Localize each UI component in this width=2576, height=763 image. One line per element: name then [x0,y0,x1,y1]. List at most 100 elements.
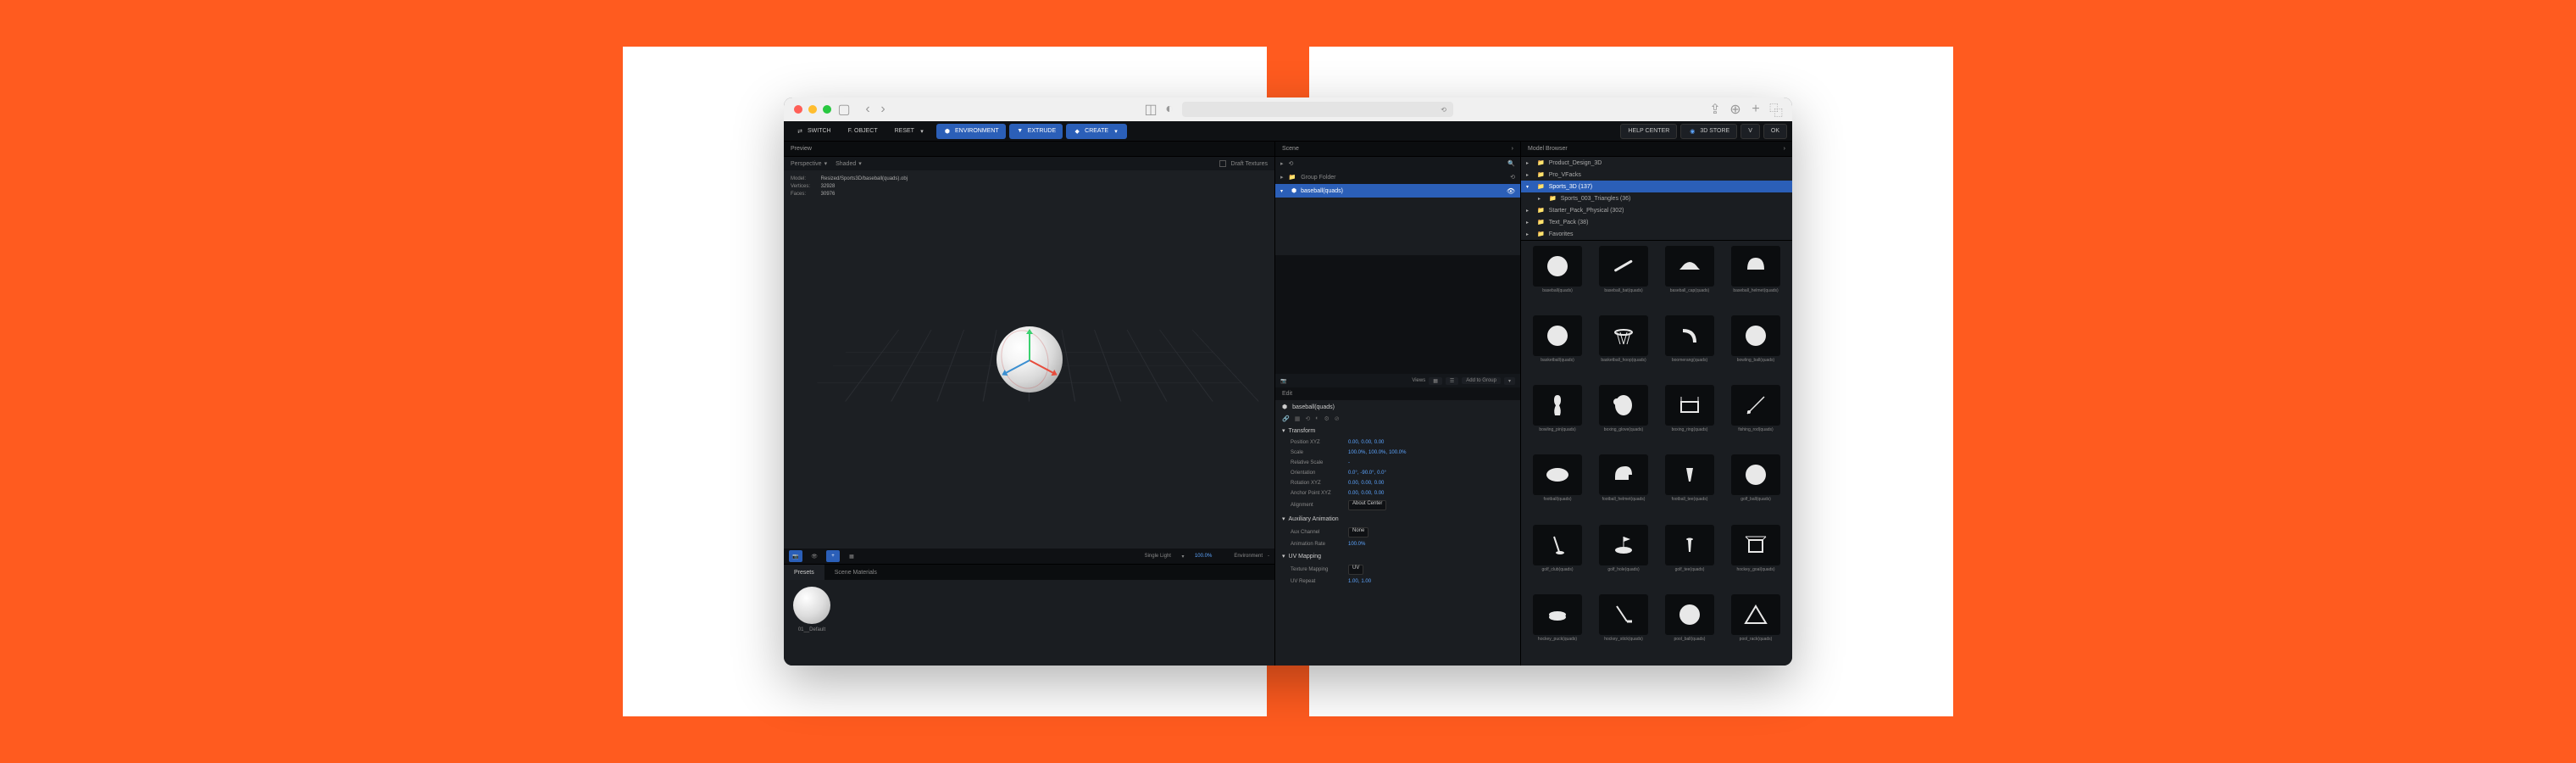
scene-item-baseball[interactable]: ▾ ⬢ baseball(quads) 👁 [1275,184,1520,198]
visibility-toggle-icon[interactable]: 👁 [1507,187,1515,195]
orientation-x-input[interactable]: 0.0°, [1348,471,1358,476]
anchor-z-input[interactable]: 0.00 [1374,491,1385,496]
nav-forward-button[interactable]: › [877,103,889,115]
orientation-y-input[interactable]: -90.0°, [1360,471,1375,476]
texture-icon[interactable]: ▦ [1295,415,1301,422]
model-item[interactable]: bowling_pin(quads) [1526,385,1589,451]
views-list-button[interactable]: ☰ [1446,377,1458,385]
aux-animation-section-header[interactable]: ▾ Auxiliary Animation [1275,512,1520,526]
more-options-button[interactable]: ▾ [1504,377,1515,385]
model-item[interactable]: boomerang(quads) [1658,315,1721,382]
scale-y-input[interactable]: 100.0%, [1368,450,1387,455]
model-item[interactable]: football_tee(quads) [1658,454,1721,521]
reset-button[interactable]: RESET▾ [888,124,933,139]
model-item[interactable]: baseball(quads) [1526,246,1589,312]
rotation-y-input[interactable]: 0.00, [1361,481,1372,486]
object-name[interactable]: baseball(quads) [1292,404,1335,410]
model-item[interactable]: football(quads) [1526,454,1589,521]
add-to-group-button[interactable]: Add to Group [1462,377,1501,384]
light-chevron-icon[interactable]: ▾ [1176,550,1190,562]
delete-icon[interactable]: ⊘ [1335,415,1340,422]
transform-section-header[interactable]: ▾ Transform [1275,424,1520,437]
model-item[interactable]: hockey_puck(quads) [1526,594,1589,660]
scale-x-input[interactable]: 100.0%, [1348,450,1367,455]
model-item[interactable]: bowling_ball(quads) [1724,315,1787,382]
alignment-dropdown[interactable]: About Center [1348,500,1386,510]
model-item[interactable]: baseball_bat(quads) [1592,246,1655,312]
model-item[interactable]: fishing_rod(quads) [1724,385,1787,451]
store-button[interactable]: ◉3D STORE [1680,124,1737,139]
scale-z-input[interactable]: 100.0% [1389,450,1406,455]
wireframe-toggle-button[interactable]: ▦ [845,550,858,562]
model-item[interactable]: boxing_glove(quads) [1592,385,1655,451]
share-icon[interactable]: ⇪ [1709,103,1721,115]
ok-button[interactable]: OK [1763,124,1787,139]
uv-repeat-u-input[interactable]: 1.00, [1348,579,1359,584]
relative-scale-value[interactable]: - [1348,460,1350,465]
refresh-icon[interactable]: ⟲ [1510,174,1515,181]
shading-dropdown[interactable]: Shaded ▾ [836,160,862,167]
views-grid-button[interactable]: ▦ [1429,377,1442,385]
model-item[interactable]: golf_ball(quads) [1724,454,1787,521]
model-item[interactable]: football_helmet(quads) [1592,454,1655,521]
aux-channel-dropdown[interactable]: None [1348,527,1368,537]
add-tool-button[interactable]: + [826,550,840,562]
f-object-button[interactable]: F. OBJECT [841,124,885,139]
material-icon[interactable]: ◐ [1315,415,1319,422]
nav-back-button[interactable]: ‹ [862,103,874,115]
folder-row[interactable]: ▸📁Text_Pack (38) [1521,216,1792,228]
v-button[interactable]: V [1740,124,1760,139]
viewport-3d[interactable]: Model: Resized/Sports3D/baseball(quads).… [784,170,1274,549]
switch-button[interactable]: ⇄SWITCH [789,124,838,139]
orientation-z-input[interactable]: 0.0° [1377,471,1386,476]
camera-dropdown[interactable]: Perspective ▾ [791,160,827,167]
uv-mapping-section-header[interactable]: ▾ UV Mapping [1275,549,1520,563]
model-item[interactable]: hockey_goal(quads) [1724,525,1787,591]
preset-item[interactable]: 01__Default [791,587,833,659]
anchor-y-input[interactable]: 0.00, [1361,491,1372,496]
gear-icon[interactable]: ⚙ [1324,415,1329,422]
model-item[interactable]: boxing_ring(quads) [1658,385,1721,451]
reader-icon[interactable]: ⟲ [1441,106,1446,114]
extrude-button[interactable]: ▼EXTRUDE [1009,124,1063,139]
tab-scene-materials[interactable]: Scene Materials [824,565,887,580]
tabs-icon[interactable]: ⿻ [1770,103,1782,115]
draft-textures-checkbox[interactable] [1219,160,1226,167]
anchor-x-input[interactable]: 0.00, [1348,491,1359,496]
folder-row[interactable]: ▾📁Sports_3D (137) [1521,181,1792,192]
chevron-right-icon[interactable]: › [1784,146,1785,152]
model-item[interactable]: golf_tee(quads) [1658,525,1721,591]
environment-button[interactable]: ⬢ENVIRONMENT [936,124,1006,139]
environment-value[interactable]: - [1268,554,1269,559]
minimize-window-button[interactable] [808,105,817,114]
model-item[interactable]: golf_club(quads) [1526,525,1589,591]
model-item[interactable]: pool_ball(quads) [1658,594,1721,660]
folder-row[interactable]: ▸📁Pro_VFacks [1521,169,1792,181]
rotation-z-input[interactable]: 0.00 [1374,481,1385,486]
position-y-input[interactable]: 0.00, [1361,440,1372,445]
new-tab-icon[interactable]: + [1750,103,1762,115]
model-item[interactable]: baseball_helmet(quads) [1724,246,1787,312]
close-window-button[interactable] [794,105,802,114]
position-x-input[interactable]: 0.00, [1348,440,1359,445]
uv-repeat-v-input[interactable]: 1.00 [1361,579,1371,584]
replace-icon[interactable]: ⟲ [1305,415,1310,422]
model-item[interactable]: basketball_hoop(quads) [1592,315,1655,382]
folder-row[interactable]: ▸📁Favorites [1521,228,1792,240]
folder-row[interactable]: ▸📁Sports_003_Triangles (36) [1521,192,1792,204]
chevron-right-icon[interactable]: › [1512,146,1513,152]
address-bar[interactable]: ⟲ [1182,102,1453,117]
texture-mapping-dropdown[interactable]: UV [1348,565,1363,575]
model-item[interactable]: pool_rack(quads) [1724,594,1787,660]
model-item[interactable]: baseball_cap(quads) [1658,246,1721,312]
search-icon[interactable]: 🔍 [1507,160,1515,167]
shield-icon[interactable]: ◫ [1145,103,1157,115]
camera-tool-button[interactable]: 📷 [789,550,802,562]
gizmo-y-axis[interactable] [1029,330,1030,360]
link-icon[interactable]: 🔗 [1282,415,1290,422]
model-item[interactable]: golf_hole(quads) [1592,525,1655,591]
animation-rate-input[interactable]: 100.0% [1348,542,1365,547]
download-icon[interactable]: ⊕ [1729,103,1741,115]
expand-icon[interactable]: ▸ [1280,160,1284,167]
sync-icon[interactable]: ⟲ [1289,160,1294,167]
